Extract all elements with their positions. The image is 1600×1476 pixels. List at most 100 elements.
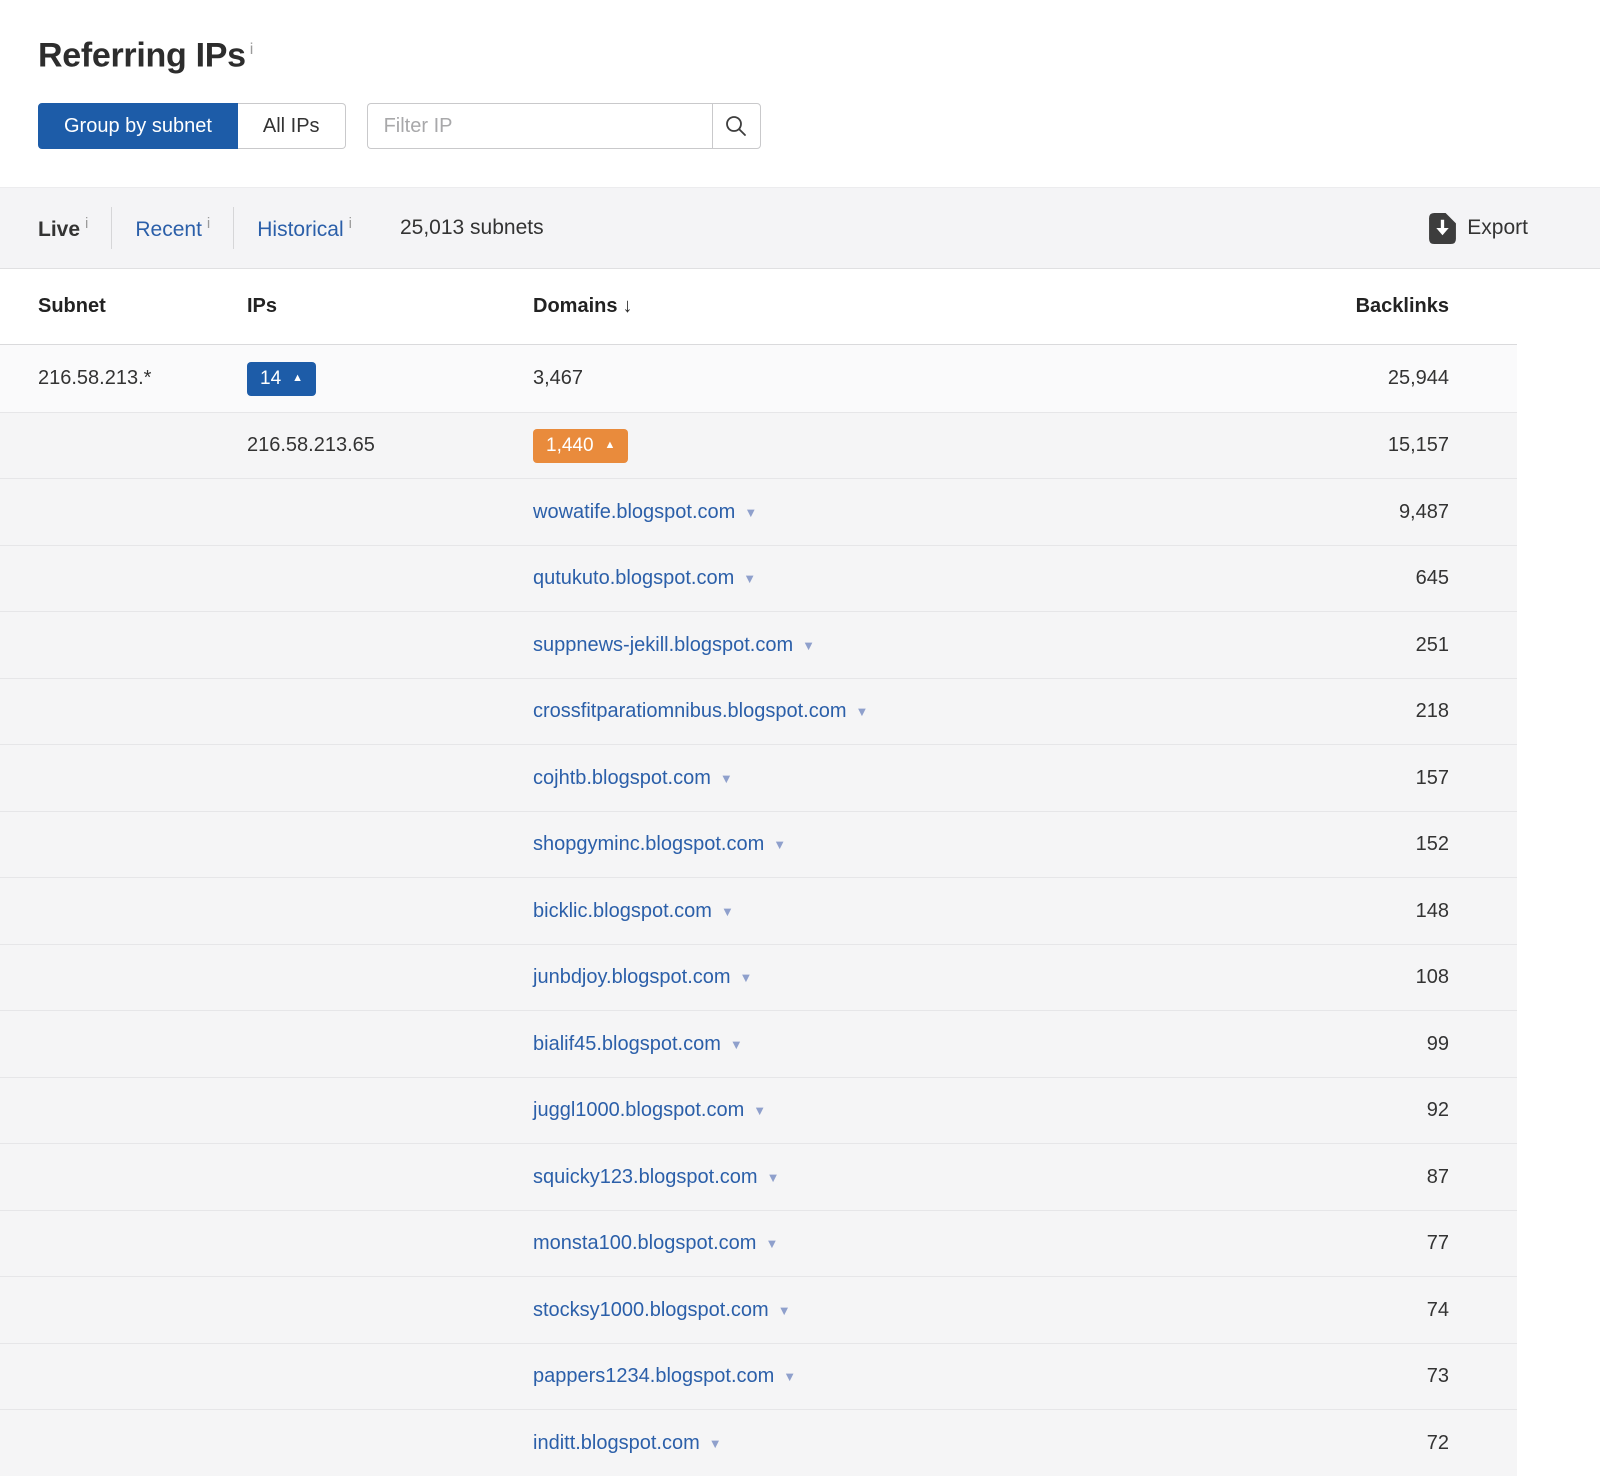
collapse-subnet-button[interactable]: 14 ▲ — [247, 362, 316, 396]
domain-cell: shopgyminc.blogspot.com ▼ — [533, 833, 1416, 856]
export-icon — [1429, 213, 1456, 244]
domain-row: squicky123.blogspot.com ▼ 87 — [0, 1143, 1517, 1210]
tab-divider — [233, 207, 234, 249]
ip-backlinks-count: 15,157 — [1388, 434, 1449, 457]
referring-ips-table: Subnet IPs Domains↓ Backlinks 216.58.213… — [0, 269, 1517, 1476]
domain-dropdown-icon[interactable]: ▼ — [765, 1236, 778, 1251]
domain-link[interactable]: monsta100.blogspot.com — [533, 1232, 756, 1255]
table-header-row: Subnet IPs Domains↓ Backlinks — [0, 269, 1517, 345]
domain-backlinks-count: 645 — [1416, 567, 1449, 590]
tab-recent[interactable]: Recenti — [135, 215, 210, 242]
domain-row: shopgyminc.blogspot.com ▼ 152 — [0, 811, 1517, 878]
domain-row: qutukuto.blogspot.com ▼ 645 — [0, 545, 1517, 612]
domain-link[interactable]: shopgyminc.blogspot.com — [533, 833, 764, 856]
caret-up-icon: ▲ — [292, 373, 303, 384]
domain-link[interactable]: junbdjoy.blogspot.com — [533, 966, 731, 989]
all-ips-button[interactable]: All IPs — [238, 103, 346, 149]
subnet-count: 25,013 subnets — [400, 216, 544, 240]
domain-dropdown-icon[interactable]: ▼ — [773, 837, 786, 852]
domain-dropdown-icon[interactable]: ▼ — [743, 571, 756, 586]
domain-link[interactable]: bicklic.blogspot.com — [533, 900, 712, 923]
subnet-value: 216.58.213.* — [38, 367, 247, 390]
column-header-backlinks[interactable]: Backlinks — [1356, 295, 1449, 318]
domain-cell: bialif45.blogspot.com ▼ — [533, 1033, 1427, 1056]
domain-backlinks-count: 9,487 — [1399, 501, 1449, 524]
column-header-domains[interactable]: Domains↓ — [533, 295, 1356, 318]
domain-row: inditt.blogspot.com ▼ 72 — [0, 1409, 1517, 1476]
caret-up-icon: ▲ — [605, 440, 616, 451]
domain-row: suppnews-jekill.blogspot.com ▼ 251 — [0, 611, 1517, 678]
domain-link[interactable]: cojhtb.blogspot.com — [533, 767, 711, 790]
search-button[interactable] — [712, 103, 761, 149]
domain-dropdown-icon[interactable]: ▼ — [855, 704, 868, 719]
domain-cell: qutukuto.blogspot.com ▼ — [533, 567, 1416, 590]
domain-backlinks-count: 72 — [1427, 1432, 1449, 1455]
domain-link[interactable]: inditt.blogspot.com — [533, 1432, 700, 1455]
domain-link[interactable]: juggl1000.blogspot.com — [533, 1099, 744, 1122]
domain-link[interactable]: wowatife.blogspot.com — [533, 501, 735, 524]
mode-tabbar: Livei Recenti Historicali 25,013 subnets… — [0, 187, 1600, 269]
domain-link[interactable]: suppnews-jekill.blogspot.com — [533, 634, 793, 657]
table-body: 216.58.213.* 14 ▲ 3,467 25,944 216.58.21… — [0, 345, 1517, 1476]
domain-row: junbdjoy.blogspot.com ▼ 108 — [0, 944, 1517, 1011]
domain-count: 1,440 — [546, 435, 594, 457]
title-info-icon[interactable]: i — [250, 41, 253, 58]
domain-cell: squicky123.blogspot.com ▼ — [533, 1166, 1427, 1189]
filter-group — [367, 103, 761, 149]
export-button[interactable]: Export — [1429, 213, 1528, 244]
domain-row: crossfitparatiomnibus.blogspot.com ▼ 218 — [0, 678, 1517, 745]
domain-row: juggl1000.blogspot.com ▼ 92 — [0, 1077, 1517, 1144]
domain-backlinks-count: 99 — [1427, 1033, 1449, 1056]
domain-dropdown-icon[interactable]: ▼ — [709, 1436, 722, 1451]
filter-ip-input[interactable] — [367, 103, 712, 149]
domain-link[interactable]: bialif45.blogspot.com — [533, 1033, 721, 1056]
export-label: Export — [1467, 216, 1528, 240]
group-by-subnet-button[interactable]: Group by subnet — [38, 103, 238, 149]
domain-dropdown-icon[interactable]: ▼ — [730, 1037, 743, 1052]
recent-info-icon[interactable]: i — [207, 215, 210, 232]
domain-dropdown-icon[interactable]: ▼ — [778, 1303, 791, 1318]
tab-historical[interactable]: Historicali — [257, 215, 352, 242]
domain-backlinks-count: 73 — [1427, 1365, 1449, 1388]
domain-dropdown-icon[interactable]: ▼ — [721, 904, 734, 919]
domain-row: bicklic.blogspot.com ▼ 148 — [0, 877, 1517, 944]
domain-link[interactable]: stocksy1000.blogspot.com — [533, 1299, 769, 1322]
tab-divider — [111, 207, 112, 249]
domain-row: cojhtb.blogspot.com ▼ 157 — [0, 744, 1517, 811]
domain-dropdown-icon[interactable]: ▼ — [802, 638, 815, 653]
domain-dropdown-icon[interactable]: ▼ — [720, 771, 733, 786]
domain-backlinks-count: 251 — [1416, 634, 1449, 657]
view-mode-toggle: Group by subnet All IPs — [38, 103, 346, 149]
sort-desc-icon: ↓ — [622, 295, 632, 317]
domain-link[interactable]: pappers1234.blogspot.com — [533, 1365, 774, 1388]
collapse-domains-button[interactable]: 1,440 ▲ — [533, 429, 628, 463]
domain-link[interactable]: squicky123.blogspot.com — [533, 1166, 758, 1189]
domain-backlinks-count: 87 — [1427, 1166, 1449, 1189]
domain-link[interactable]: qutukuto.blogspot.com — [533, 567, 734, 590]
domain-backlinks-count: 152 — [1416, 833, 1449, 856]
column-header-ips[interactable]: IPs — [247, 295, 533, 318]
ip-value: 216.58.213.65 — [247, 434, 533, 457]
live-info-icon[interactable]: i — [85, 215, 88, 232]
historical-info-icon[interactable]: i — [349, 215, 352, 232]
domain-backlinks-count: 108 — [1416, 966, 1449, 989]
domain-dropdown-icon[interactable]: ▼ — [744, 505, 757, 520]
domain-backlinks-count: 74 — [1427, 1299, 1449, 1322]
domain-link[interactable]: crossfitparatiomnibus.blogspot.com — [533, 700, 846, 723]
domain-cell: inditt.blogspot.com ▼ — [533, 1432, 1427, 1455]
ip-count: 14 — [260, 368, 281, 390]
domain-dropdown-icon[interactable]: ▼ — [753, 1103, 766, 1118]
page-header: Referring IPsi Group by subnet All IPs — [0, 0, 1600, 149]
domain-cell: stocksy1000.blogspot.com ▼ — [533, 1299, 1427, 1322]
domain-dropdown-icon[interactable]: ▼ — [740, 970, 753, 985]
domain-cell: monsta100.blogspot.com ▼ — [533, 1232, 1427, 1255]
tab-live[interactable]: Livei — [38, 215, 88, 242]
domain-dropdown-icon[interactable]: ▼ — [767, 1170, 780, 1185]
domain-cell: suppnews-jekill.blogspot.com ▼ — [533, 634, 1416, 657]
domain-dropdown-icon[interactable]: ▼ — [783, 1369, 796, 1384]
ip-row: 216.58.213.65 1,440 ▲ 15,157 — [0, 412, 1517, 479]
domain-cell: bicklic.blogspot.com ▼ — [533, 900, 1416, 923]
ips-badge-cell: 14 ▲ — [247, 362, 533, 396]
column-header-subnet[interactable]: Subnet — [38, 295, 247, 318]
domain-row: stocksy1000.blogspot.com ▼ 74 — [0, 1276, 1517, 1343]
